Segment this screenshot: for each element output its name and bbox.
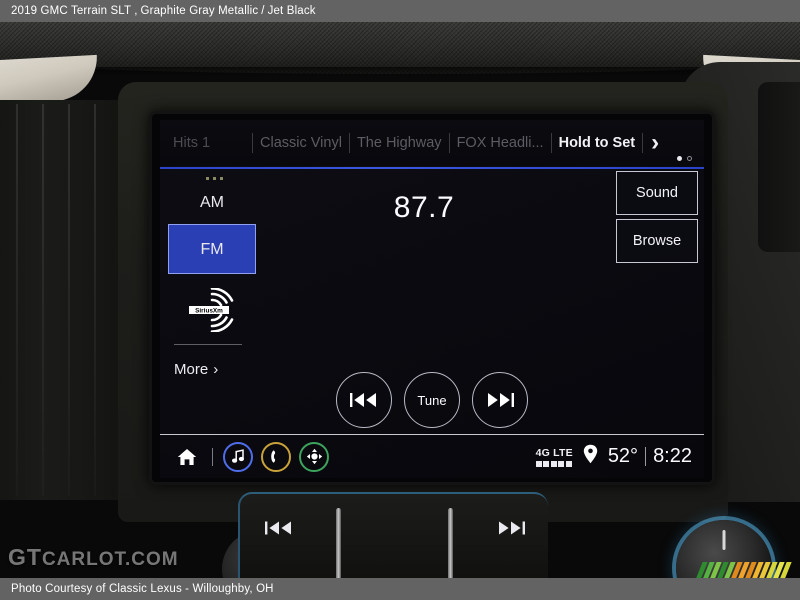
time-display: 8:22 bbox=[653, 445, 692, 467]
panel-slot bbox=[336, 508, 341, 578]
scroll-dots-icon bbox=[164, 177, 264, 180]
frequency-display: 87.7 bbox=[393, 191, 455, 224]
location-pin-icon bbox=[583, 444, 598, 469]
sound-button[interactable]: Sound bbox=[616, 171, 698, 215]
browse-button[interactable]: Browse bbox=[616, 219, 698, 263]
caption-vehicle: 2019 GMC Terrain SLT bbox=[11, 5, 132, 17]
tune-button[interactable]: Tune bbox=[404, 372, 460, 428]
caption-separator-1: , bbox=[134, 5, 138, 17]
status-icon-divider bbox=[212, 447, 213, 466]
network-label: 4G LTE bbox=[535, 446, 573, 459]
temperature-display: 52° bbox=[607, 445, 639, 467]
network-indicator: 4G LTE bbox=[535, 446, 573, 467]
preset-strip: Hits 1 Classic Vinyl The Highway FOX Hea… bbox=[160, 120, 704, 166]
air-vent-right bbox=[758, 82, 800, 252]
caption-interior-color: Jet Black bbox=[267, 5, 316, 17]
caption-bottom: Photo Courtesy of Classic Lexus - Willou… bbox=[0, 578, 800, 600]
siriusxm-icon[interactable]: SiriusXm bbox=[160, 288, 264, 332]
panel-slot bbox=[448, 508, 453, 578]
siriusxm-label: SiriusXm bbox=[195, 308, 223, 315]
status-right-group: 4G LTE 52° 8:22 bbox=[535, 444, 704, 469]
rail-divider bbox=[174, 344, 242, 345]
status-bar: 4G LTE 52° 8:22 bbox=[160, 435, 704, 478]
volume-knob[interactable] bbox=[676, 520, 772, 578]
skip-forward-icon bbox=[485, 392, 515, 408]
preset-button-1[interactable]: Classic Vinyl bbox=[253, 135, 349, 151]
preset-divider bbox=[642, 133, 644, 153]
chevron-right-icon[interactable]: › bbox=[651, 131, 659, 155]
navigation-icon[interactable] bbox=[299, 441, 329, 472]
status-icon-group bbox=[160, 441, 329, 472]
clock-group: 52° 8:22 bbox=[608, 445, 692, 468]
page-dot-active[interactable] bbox=[677, 156, 682, 161]
preset-button-2[interactable]: The Highway bbox=[350, 135, 449, 151]
dashboard-top-pad bbox=[0, 22, 800, 77]
caption-exterior-color: Graphite Gray Metallic bbox=[140, 5, 259, 17]
signal-bars-icon bbox=[535, 460, 572, 467]
skip-back-icon bbox=[349, 392, 379, 408]
page-dots bbox=[677, 156, 692, 161]
caption-separator-2: / bbox=[261, 5, 265, 17]
watermark-carlot: CARLOT.COM bbox=[41, 549, 179, 570]
next-track-button[interactable] bbox=[472, 372, 528, 428]
music-icon[interactable] bbox=[223, 441, 253, 472]
source-am[interactable]: AM bbox=[170, 188, 254, 218]
phone-icon[interactable] bbox=[261, 441, 291, 472]
preset-button-0[interactable]: Hits 1 bbox=[166, 135, 252, 151]
hard-next-button[interactable] bbox=[496, 520, 526, 540]
tune-label: Tune bbox=[417, 392, 447, 408]
infotainment-bezel: Hits 1 Classic Vinyl The Highway FOX Hea… bbox=[152, 114, 712, 482]
transport-controls: Tune bbox=[160, 372, 704, 428]
hard-previous-button[interactable] bbox=[264, 520, 294, 540]
source-fm[interactable]: FM bbox=[168, 224, 256, 274]
preset-button-3[interactable]: FOX Headli... bbox=[450, 135, 551, 151]
preset-hold-to-set[interactable]: Hold to Set bbox=[552, 135, 643, 151]
vehicle-interior-photo: Hits 1 Classic Vinyl The Highway FOX Hea… bbox=[0, 22, 800, 578]
caption-top: 2019 GMC Terrain SLT, Graphite Gray Meta… bbox=[0, 0, 800, 22]
photo-courtesy-text: Photo Courtesy of Classic Lexus - Willou… bbox=[11, 583, 274, 595]
screenshot-root: 2019 GMC Terrain SLT, Graphite Gray Meta… bbox=[0, 0, 800, 600]
clock-divider bbox=[645, 447, 647, 466]
home-icon[interactable] bbox=[172, 442, 202, 472]
hard-button-panel bbox=[238, 492, 548, 578]
gtcarlot-watermark: GTCARLOT.COM bbox=[8, 544, 179, 571]
infotainment-screen[interactable]: Hits 1 Classic Vinyl The Highway FOX Hea… bbox=[160, 120, 704, 478]
radio-content: AM FM SiriusXm More › 87.7 Sound Browse … bbox=[160, 169, 704, 434]
watermark-gt: GT bbox=[8, 544, 42, 570]
previous-track-button[interactable] bbox=[336, 372, 392, 428]
dash-trim-left bbox=[0, 54, 100, 106]
page-dot-inactive[interactable] bbox=[687, 156, 692, 161]
